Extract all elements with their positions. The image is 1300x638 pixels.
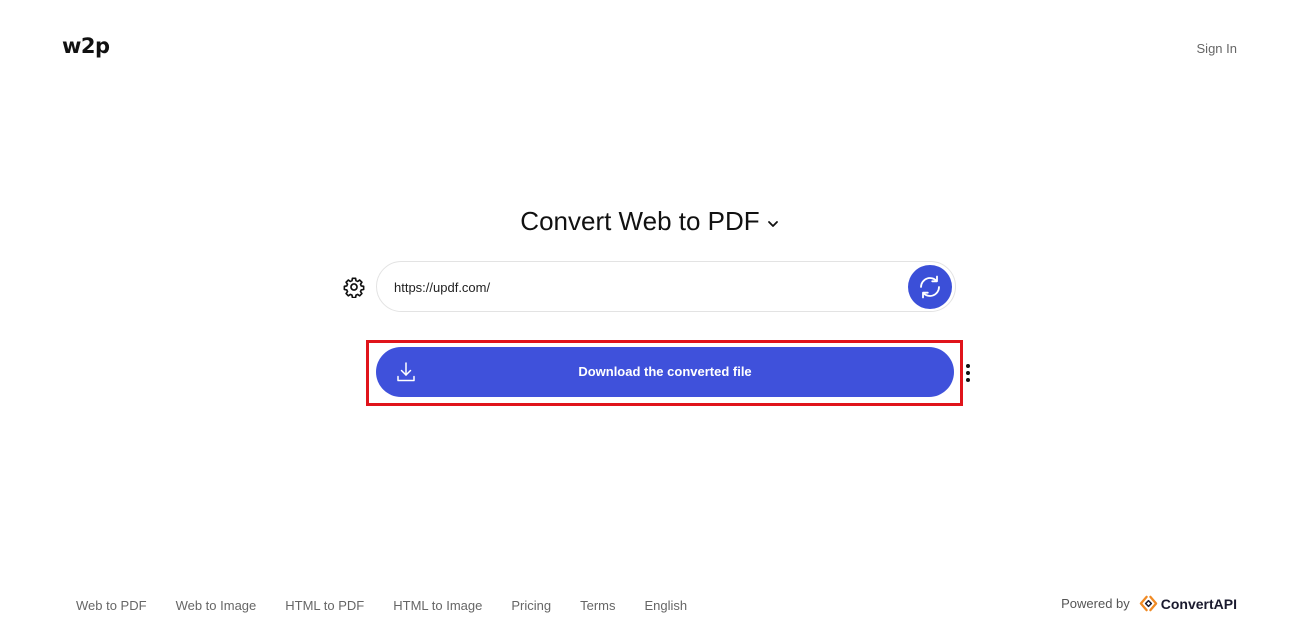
footer-link-html-to-image[interactable]: HTML to Image [393, 598, 482, 613]
convertapi-logo-icon [1139, 594, 1158, 613]
footer-link-web-to-pdf[interactable]: Web to PDF [76, 598, 147, 613]
convertapi-brand: ConvertAPI [1160, 595, 1237, 612]
gear-icon[interactable] [343, 276, 365, 299]
title-row: Convert Web to PDF [0, 206, 1300, 237]
refresh-icon [915, 272, 945, 302]
powered-by[interactable]: Powered by ConvertAPI [1061, 594, 1237, 613]
sign-in-link[interactable]: Sign In [1197, 41, 1237, 56]
footer-link-terms[interactable]: Terms [580, 598, 615, 613]
powered-by-label: Powered by [1061, 596, 1130, 611]
footer-link-language[interactable]: English [645, 598, 688, 613]
footer-nav: Web to PDF Web to Image HTML to PDF HTML… [76, 598, 716, 613]
download-button[interactable]: Download the converted file [376, 347, 954, 397]
logo[interactable]: w2p [62, 34, 110, 58]
footer-link-html-to-pdf[interactable]: HTML to PDF [285, 598, 364, 613]
footer-link-web-to-image[interactable]: Web to Image [176, 598, 257, 613]
footer-link-pricing[interactable]: Pricing [511, 598, 551, 613]
chevron-down-icon[interactable] [766, 217, 780, 231]
convert-button[interactable] [908, 265, 952, 309]
more-vertical-icon[interactable] [964, 364, 972, 382]
page-title: Convert Web to PDF [520, 206, 760, 236]
download-label: Download the converted file [578, 364, 752, 379]
url-field [376, 261, 956, 312]
url-input[interactable] [394, 277, 874, 297]
